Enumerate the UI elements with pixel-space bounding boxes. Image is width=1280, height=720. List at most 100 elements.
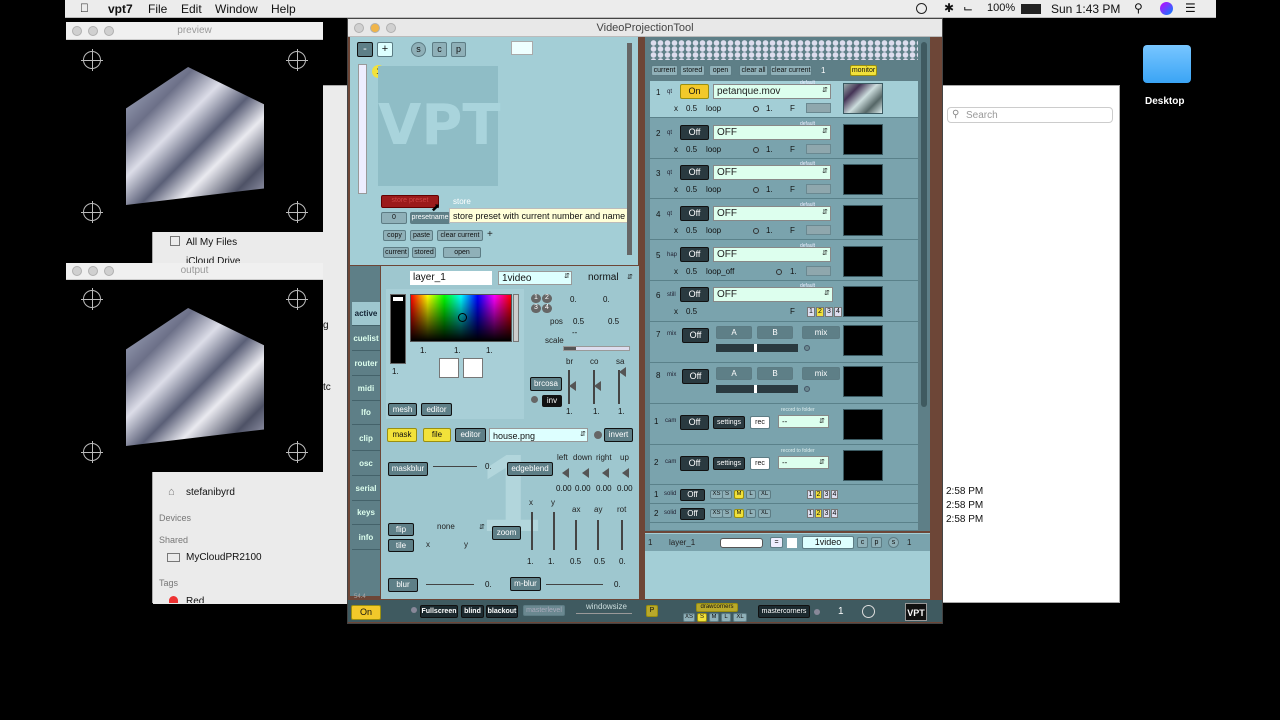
mesh-editor-button[interactable]: editor — [421, 403, 452, 416]
clock[interactable]: Sun 1:43 PM — [1051, 2, 1120, 16]
source-f[interactable]: F — [790, 104, 795, 113]
solid-num-button[interactable]: 3 — [823, 509, 830, 518]
source-mode[interactable]: loop_off — [706, 267, 734, 276]
solid-size-button[interactable]: XL — [758, 509, 771, 518]
masterlevel-slider[interactable]: masterlevel — [523, 605, 565, 616]
finder-item-all-files[interactable]: All My Files — [186, 237, 237, 248]
current-button[interactable]: current — [383, 247, 409, 258]
still-num-button[interactable]: 3 — [825, 307, 833, 317]
mask-editor-button[interactable]: editor — [455, 428, 486, 442]
source-val[interactable]: 1. — [766, 185, 773, 194]
solid-size-button[interactable]: M — [734, 490, 744, 499]
record-icon[interactable] — [916, 3, 927, 14]
solid-num-button[interactable]: 1 — [807, 509, 814, 518]
source-mode[interactable]: loop — [706, 104, 721, 113]
menu-help[interactable]: Help — [271, 2, 296, 16]
fullscreen-button[interactable]: Fullscreen — [420, 605, 458, 618]
source-toggle-dot[interactable] — [753, 106, 759, 112]
tab-active[interactable]: active — [352, 302, 380, 326]
source-val[interactable]: 1. — [766, 226, 773, 235]
source-val[interactable]: 1. — [766, 145, 773, 154]
solid-size-button[interactable]: L — [746, 509, 756, 518]
cam-toggle[interactable]: Off — [680, 456, 709, 471]
source-val[interactable]: 1. — [766, 104, 773, 113]
source-f[interactable]: F — [790, 307, 795, 316]
tab-clip[interactable]: clip — [352, 427, 380, 451]
crossfader-knob[interactable] — [754, 344, 757, 352]
mixer-toggle[interactable]: Off — [682, 328, 709, 343]
finder-item-icloud[interactable]: iCloud Drive — [186, 256, 240, 263]
source-scrollbar[interactable] — [921, 42, 927, 407]
layer-row-white[interactable] — [787, 538, 797, 548]
mask-button[interactable]: mask — [387, 428, 417, 442]
cam-toggle[interactable]: Off — [680, 415, 709, 430]
mask-file-select[interactable]: house.png — [489, 428, 588, 442]
source-thumbnail[interactable] — [843, 246, 883, 277]
x-fader[interactable] — [531, 512, 533, 550]
finder-search-field[interactable]: ⚲ Search — [947, 107, 1113, 123]
scale-slider[interactable] — [563, 346, 630, 351]
source-mini-buttons[interactable] — [806, 225, 831, 235]
clear-current-button[interactable]: clear current — [437, 230, 483, 241]
source-thumbnail[interactable] — [843, 164, 883, 195]
apple-icon[interactable]:  — [80, 1, 89, 15]
store-menu[interactable]: store — [453, 197, 471, 206]
corner-btn-2[interactable]: 2 — [542, 294, 552, 303]
tab-osc[interactable]: osc — [352, 452, 380, 476]
edge-down-knob[interactable] — [582, 468, 589, 478]
s-button[interactable]: s — [411, 42, 426, 57]
brcosa-button[interactable]: brcosa — [530, 377, 562, 391]
corner-handle-icon[interactable] — [286, 201, 308, 223]
still-num-button[interactable]: 4 — [834, 307, 842, 317]
source-toggle-dot[interactable] — [753, 187, 759, 193]
cam-thumbnail[interactable] — [843, 409, 883, 440]
mixer-b[interactable]: B — [757, 326, 793, 339]
source-mode[interactable]: loop — [706, 145, 721, 154]
mixer-a[interactable]: A — [716, 326, 752, 339]
desktop-folder-icon[interactable] — [1143, 45, 1191, 83]
mixer-b[interactable]: B — [757, 367, 793, 380]
crossfader-knob[interactable] — [754, 385, 757, 393]
source-toggle[interactable]: Off — [680, 125, 709, 140]
solid-num-button[interactable]: 3 — [823, 490, 830, 499]
copy-button[interactable]: copy — [383, 230, 406, 241]
edge-right-knob[interactable] — [602, 468, 609, 478]
source-thumbnail[interactable] — [843, 286, 883, 317]
pos-y-value[interactable]: 0.5 — [608, 317, 619, 326]
source-mini-buttons[interactable] — [806, 266, 831, 276]
blur-slider[interactable] — [426, 584, 474, 585]
edgeblend-button[interactable]: edgeblend — [507, 462, 553, 476]
scale-value[interactable]: -- — [572, 328, 577, 337]
vpt-titlebar[interactable]: VideoProjectionTool — [348, 19, 942, 37]
finder-tag-red[interactable]: Red — [186, 596, 204, 603]
presetname-field[interactable]: presetname — [410, 212, 450, 224]
source-f[interactable]: F — [790, 185, 795, 194]
tab-serial[interactable]: serial — [352, 477, 380, 501]
solid-num-button[interactable]: 4 — [831, 509, 838, 518]
drawcorners-button[interactable]: drawcorners — [696, 603, 738, 612]
solid-size-button[interactable]: L — [746, 490, 756, 499]
br-knob[interactable] — [569, 381, 576, 391]
source-toggle-dot[interactable] — [753, 228, 759, 234]
corner-handle-icon[interactable] — [286, 49, 308, 71]
source-mode[interactable]: loop — [706, 226, 721, 235]
solid-size-button[interactable]: XL — [758, 490, 771, 499]
stored-button[interactable]: stored — [412, 247, 436, 258]
layer-row-s[interactable]: s — [888, 537, 899, 548]
corner-y-value[interactable]: 0. — [603, 295, 610, 304]
corner-handle-icon[interactable] — [81, 49, 103, 71]
menu-edit[interactable]: Edit — [181, 2, 202, 16]
c-button[interactable]: c — [432, 42, 447, 57]
size-m[interactable]: M — [709, 613, 719, 622]
wifi-icon[interactable]: ⌙ — [963, 1, 973, 15]
mixer-dot[interactable] — [804, 345, 810, 351]
source-toggle-dot[interactable] — [753, 147, 759, 153]
flip-button[interactable]: flip — [388, 523, 414, 536]
color-brightness[interactable] — [513, 294, 519, 342]
invert-button[interactable]: invert — [604, 428, 633, 442]
tab-lfo[interactable]: lfo — [352, 401, 380, 425]
size-s[interactable]: S — [697, 613, 707, 622]
layer-row-p[interactable]: p — [871, 537, 882, 548]
solid-size-button[interactable]: S — [722, 509, 732, 518]
source-file-select[interactable]: OFF — [713, 125, 831, 140]
